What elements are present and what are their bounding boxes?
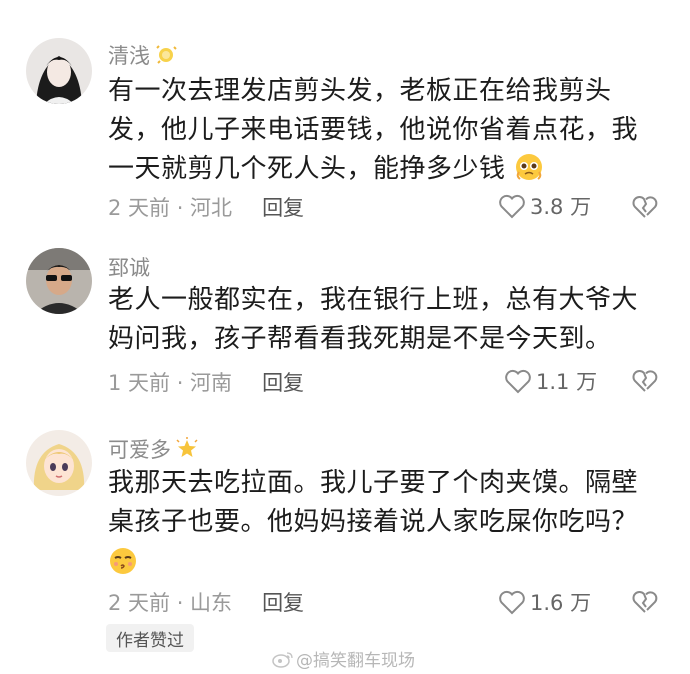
glowing-star-emoji-icon [176,437,198,457]
broken-heart-icon[interactable] [632,368,658,394]
comment-meta: 2 天前 · 山东 回复 [108,587,304,617]
author-liked-badge: 作者赞过 [106,624,194,652]
weibo-logo-icon [272,651,293,668]
avatar[interactable] [26,430,92,496]
reply-button[interactable]: 回复 [262,367,304,397]
time-location: 2 天前 · 山东 [108,591,233,615]
comment-meta: 2 天前 · 河北 回复 [108,192,304,222]
comment-text-body: 老人一般都实在，我在银行上班，总有大爷大妈问我，孩子帮看看我死期是不是今天到。 [108,285,639,354]
heart-outline-icon [499,590,525,615]
avatar[interactable] [26,38,92,104]
username-label: 可爱多 [108,438,171,462]
watermark-text: @搞笑翻车现场 [296,651,415,671]
username[interactable]: 郅诚 [108,252,150,282]
like-button[interactable]: 1.1 万 [504,366,597,396]
pleading-face-emoji-icon [516,154,543,180]
like-count: 1.1 万 [536,370,598,394]
avatar[interactable] [26,248,92,314]
broken-heart-icon[interactable] [632,589,658,615]
comment-text-body: 我那天去吃拉面。我儿子要了个肉夹馍。隔壁桌孩子也要。他妈妈接着说人家吃屎你吃吗？ [108,468,639,537]
like-count: 3.8 万 [530,195,592,219]
broken-heart-icon[interactable] [632,194,658,220]
username[interactable]: 可爱多 [108,434,199,464]
reply-button[interactable]: 回复 [262,587,304,617]
comment-meta: 1 天前 · 河南 回复 [108,367,304,397]
username[interactable]: 清浅 [108,40,178,70]
comment-text-body: 有一次去理发店剪头发，老板正在给我剪头发，他儿子来电话要钱，他说你省着点花，我一… [108,76,639,184]
like-button[interactable]: 1.6 万 [498,587,591,617]
like-button[interactable]: 3.8 万 [498,191,591,221]
username-label: 郅诚 [108,256,150,280]
comment-text: 我那天去吃拉面。我儿子要了个肉夹馍。隔壁桌孩子也要。他妈妈接着说人家吃屎你吃吗？ [108,464,664,583]
watermark: @搞笑翻车现场 [272,646,415,671]
reply-button[interactable]: 回复 [262,192,304,222]
username-label: 清浅 [108,44,150,68]
time-location: 2 天前 · 河北 [108,196,233,220]
heart-outline-icon [499,194,525,219]
fairy-dust-emoji-icon [156,45,177,64]
heart-outline-icon [505,369,531,394]
comment-text: 有一次去理发店剪头发，老板正在给我剪头发，他儿子来电话要钱，他说你省着点花，我一… [108,72,664,189]
time-location: 1 天前 · 河南 [108,371,233,395]
comment-text: 老人一般都实在，我在银行上班，总有大爷大妈问我，孩子帮看看我死期是不是今天到。 [108,281,664,359]
unamused-kiss-face-emoji-icon [110,548,136,574]
like-count: 1.6 万 [530,591,592,615]
